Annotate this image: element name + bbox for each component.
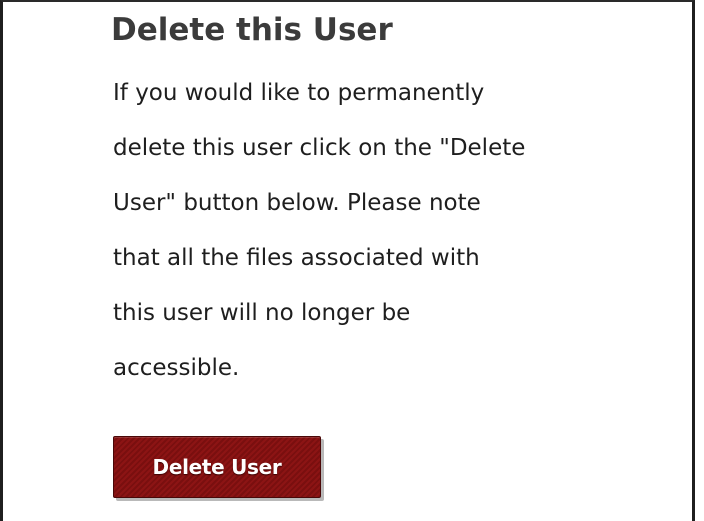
description-line: delete this user click on the "Delete bbox=[113, 135, 526, 161]
section-title: Delete this User bbox=[111, 12, 393, 48]
description-line: accessible. bbox=[113, 355, 240, 381]
delete-description: If you would like to permanently delete … bbox=[113, 66, 673, 396]
delete-user-panel: Delete this User If you would like to pe… bbox=[0, 0, 695, 521]
description-line: this user will no longer be bbox=[113, 300, 411, 326]
description-line: User" button below. Please note bbox=[113, 190, 481, 216]
description-line: If you would like to permanently bbox=[113, 80, 485, 106]
delete-user-button[interactable]: Delete User bbox=[113, 436, 321, 498]
description-line: that all the files associated with bbox=[113, 245, 480, 271]
